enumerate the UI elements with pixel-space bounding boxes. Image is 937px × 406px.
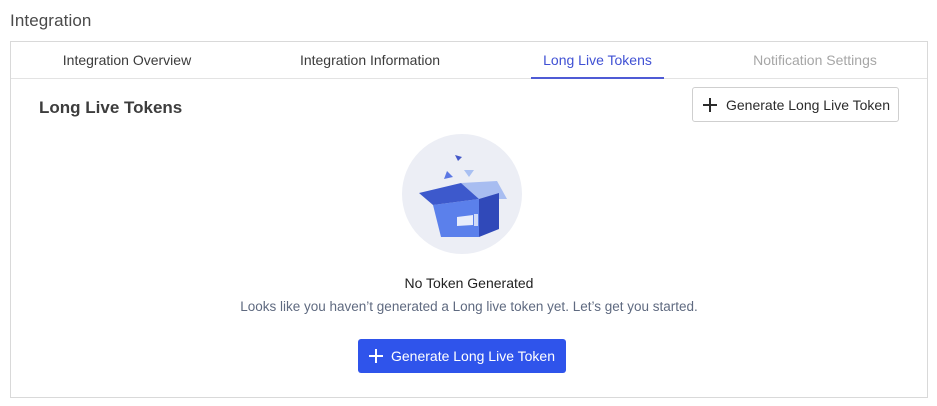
tab-integration-overview[interactable]: Integration Overview — [49, 42, 205, 78]
tab-integration-information[interactable]: Integration Information — [283, 42, 457, 78]
plus-icon — [369, 349, 383, 363]
open-box-illustration — [402, 134, 522, 254]
integration-card: Integration Overview Integration Informa… — [10, 41, 928, 398]
section-title: Long Live Tokens — [39, 98, 183, 117]
empty-state-title: No Token Generated — [404, 275, 534, 291]
generate-token-header-button[interactable]: Generate Long Live Token — [692, 87, 899, 122]
generate-token-header-button-label: Generate Long Live Token — [726, 96, 890, 113]
empty-state-description: Looks like you haven’t generated a Long … — [240, 299, 698, 314]
generate-token-primary-button[interactable]: Generate Long Live Token — [358, 339, 566, 373]
tab-long-live-tokens[interactable]: Long Live Tokens — [531, 42, 664, 79]
tab-bar: Integration Overview Integration Informa… — [11, 42, 927, 79]
generate-token-primary-button-label: Generate Long Live Token — [391, 348, 555, 364]
tab-notification-settings[interactable]: Notification Settings — [746, 42, 884, 78]
box-label-edge — [474, 214, 478, 226]
plus-icon — [703, 97, 717, 112]
page-title: Integration — [10, 11, 92, 30]
